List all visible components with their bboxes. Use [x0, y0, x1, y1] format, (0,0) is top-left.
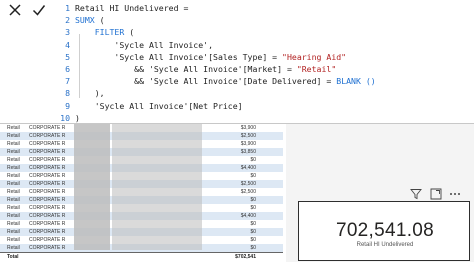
- table-cell: $2,500: [240, 133, 256, 139]
- code-text: FILTER (: [94, 27, 135, 38]
- total-value: $702,541: [235, 254, 256, 260]
- table-cell: CORPORATE R: [29, 181, 66, 187]
- code-string: "Hearing Aid": [282, 51, 347, 62]
- line-number: 7: [65, 76, 70, 87]
- table-cell: CORPORATE R: [29, 141, 66, 147]
- code-text: && 'Sycle All Invoice'[Date Delivered] =: [75, 76, 337, 87]
- table-cell: Retail: [7, 205, 20, 211]
- table-cell: CORPORATE R: [29, 173, 66, 179]
- code-line: 1 Retail HI Undelivered =: [56, 2, 188, 15]
- checkmark-icon[interactable]: [30, 2, 48, 18]
- line-number: 8: [65, 88, 70, 99]
- table-cell: Retail: [7, 141, 20, 147]
- table-cell: $4,400: [240, 213, 256, 219]
- table-cell: $0: [250, 173, 256, 179]
- table-cell: CORPORATE R: [29, 237, 66, 243]
- visual-header: [410, 186, 466, 200]
- code-line: 9 'Sycle All Invoice'[Net Price]: [56, 100, 243, 113]
- code-line: 4 'Sycle All Invoice',: [56, 39, 213, 52]
- table-cell: CORPORATE R: [29, 205, 66, 211]
- table-cell: $0: [250, 221, 256, 227]
- code-line: 3 FILTER (: [56, 26, 134, 39]
- table-cell: Retail: [7, 245, 20, 251]
- code-text: 'Sycle All Invoice'[Net Price]: [75, 100, 243, 111]
- card-visual[interactable]: 702,541.08 Retail HI Undelivered: [298, 201, 470, 261]
- table-cell: Retail: [7, 157, 20, 163]
- table-cell: $3,900: [240, 141, 256, 147]
- code-text: ),: [75, 88, 105, 99]
- table-cell: CORPORATE R: [29, 197, 66, 203]
- table-cell: Retail: [7, 213, 20, 219]
- table-cell: $3,850: [240, 149, 256, 155]
- code-text: ): [75, 112, 80, 123]
- code-line: 2 SUMX (: [56, 14, 105, 27]
- table-cell: $0: [250, 197, 256, 203]
- line-number: 2: [65, 15, 70, 26]
- line-number: 9: [65, 100, 70, 111]
- formula-bar: 1 Retail HI Undelivered = 2 SUMX (3 FILTER …: [0, 0, 474, 124]
- table-cell: Retail: [7, 133, 20, 139]
- card-value: 702,541.08: [335, 220, 435, 241]
- code-text: 'Sycle All Invoice',: [75, 39, 214, 50]
- dax-editor[interactable]: 1 Retail HI Undelivered = 2 SUMX (3 FILTER …: [56, 2, 474, 125]
- table-cell: $0: [250, 229, 256, 235]
- table-cell: CORPORATE R: [29, 125, 66, 131]
- code-text: Retail HI Undelivered =: [75, 3, 189, 13]
- total-label: Total: [7, 254, 19, 260]
- table-cell: Retail: [7, 229, 20, 235]
- table-cell: Retail: [7, 181, 20, 187]
- close-icon[interactable]: [6, 2, 24, 18]
- line-number: 4: [65, 39, 70, 50]
- code-line: 7 && 'Sycle All Invoice'[Date Delivered]…: [56, 75, 376, 88]
- table-cell: Retail: [7, 237, 20, 243]
- table-cell: CORPORATE R: [29, 157, 66, 163]
- table-cell: $3,900: [240, 125, 256, 131]
- code-line: 5 'Sycle All Invoice'[Sales Type] = "Hea…: [56, 51, 346, 64]
- code-line: 10): [56, 112, 80, 125]
- card-label: Retail HI Undelivered: [356, 242, 414, 248]
- line-number: 6: [65, 64, 70, 74]
- line-number: 10: [60, 112, 70, 123]
- table-cell: $0: [250, 245, 256, 251]
- table-total-row: Total $702,541: [0, 252, 283, 262]
- table-cell: $0: [250, 205, 256, 211]
- table-cell: $4,400: [240, 165, 256, 171]
- code-line: 8 ),: [56, 87, 105, 100]
- blurred-column-3b: [112, 124, 202, 250]
- code-keyword: SUMX: [75, 15, 95, 26]
- blurred-column-3: [74, 124, 110, 250]
- table-cell: CORPORATE R: [29, 189, 66, 195]
- table-cell: $0: [250, 157, 256, 163]
- line-number: 1: [65, 3, 70, 13]
- table-cell: Retail: [7, 149, 20, 155]
- code-text: SUMX (: [75, 15, 105, 26]
- table-cell: Retail: [7, 189, 20, 195]
- table-cell: CORPORATE R: [29, 229, 66, 235]
- line-number: 3: [65, 27, 70, 38]
- table-cell: Retail: [7, 197, 20, 203]
- code-line: 6 && 'Sycle All Invoice'[Market] = "Reta…: [56, 63, 336, 76]
- table-cell: CORPORATE R: [29, 221, 66, 227]
- code-string: "Retail": [296, 64, 337, 74]
- code-keyword: BLANK (): [336, 76, 376, 87]
- table-cell: CORPORATE R: [29, 245, 66, 251]
- table-cell: $0: [250, 237, 256, 243]
- table-cell: CORPORATE R: [29, 149, 66, 155]
- table-cell: $2,500: [240, 189, 256, 195]
- table-cell: $2,500: [240, 181, 256, 187]
- table-cell: CORPORATE R: [29, 213, 66, 219]
- code-keyword: FILTER: [94, 27, 125, 38]
- table-cell: Retail: [7, 173, 20, 179]
- table-cell: Retail: [7, 221, 20, 227]
- code-text: 'Sycle All Invoice'[Sales Type] =: [75, 51, 283, 62]
- code-text: && 'Sycle All Invoice'[Market] =: [75, 64, 297, 74]
- table-cell: CORPORATE R: [29, 133, 66, 139]
- formula-commit-controls: [0, 0, 52, 20]
- table-cell: CORPORATE R: [29, 165, 66, 171]
- table-cell: Retail: [7, 125, 20, 131]
- line-number: 5: [65, 51, 70, 62]
- table-cell: Retail: [7, 165, 20, 171]
